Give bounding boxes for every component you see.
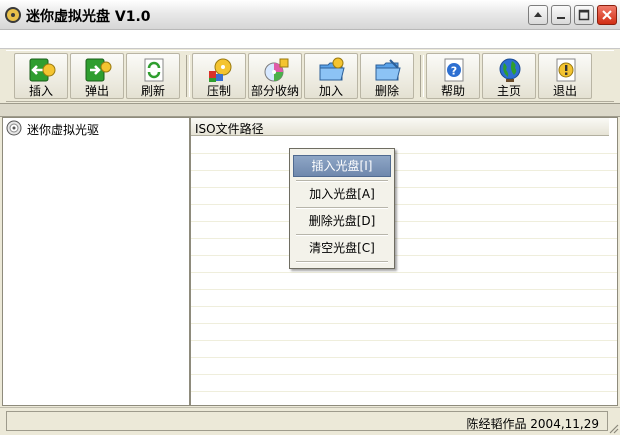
exit-icon: [556, 58, 576, 82]
exit-button[interactable]: 退出: [538, 53, 592, 99]
delete-label: 删除: [374, 84, 399, 98]
column-header-label: ISO文件路径: [195, 122, 264, 136]
disc-app-icon: [5, 7, 21, 23]
resize-grip-icon[interactable]: [607, 422, 619, 434]
add-folder-icon: [319, 57, 345, 81]
delete-icon: [375, 59, 401, 81]
menu-separator: [296, 180, 388, 182]
row-divider: [191, 374, 617, 375]
toolbar-separator: [420, 55, 424, 97]
eject-icon: [85, 58, 112, 82]
maximize-button[interactable]: [574, 5, 594, 25]
help-caption-button[interactable]: [528, 5, 548, 25]
refresh-button[interactable]: 刷新: [126, 53, 180, 99]
app-window: 迷你虚拟光盘 V1.0 插入 弹出 刷新 压制 部分收纳 加入 删除 ? 帮助 …: [0, 0, 620, 435]
refresh-icon: [144, 58, 164, 82]
exit-label: 退出: [552, 84, 577, 98]
help-button[interactable]: ? 帮助: [426, 53, 480, 99]
iso-list-panel[interactable]: ISO文件路径: [190, 117, 618, 406]
caret-up-icon: [534, 12, 542, 17]
minimize-icon: [557, 17, 565, 19]
delete-button[interactable]: 删除: [360, 53, 414, 99]
menu-item-clear-discs[interactable]: 清空光盘[C]: [293, 237, 391, 259]
add-button[interactable]: 加入: [304, 53, 358, 99]
row-divider: [191, 238, 617, 239]
cd-drive-icon: [6, 120, 22, 136]
row-divider: [191, 272, 617, 273]
help-icon: ?: [444, 58, 464, 82]
toolbar-bottom-strip: [0, 103, 620, 117]
close-icon: [602, 10, 612, 20]
column-header-iso-path[interactable]: ISO文件路径: [191, 118, 609, 136]
insert-icon: [29, 58, 56, 82]
menu-strip: [0, 30, 620, 49]
row-divider: [191, 340, 617, 341]
maximize-icon: [578, 9, 590, 21]
menu-item-add-disc[interactable]: 加入光盘[A]: [293, 183, 391, 205]
compress-label: 压制: [206, 84, 231, 98]
help-label: 帮助: [440, 84, 465, 98]
eject-button[interactable]: 弹出: [70, 53, 124, 99]
svg-text:?: ?: [451, 65, 457, 78]
row-divider: [191, 187, 617, 188]
home-label: 主页: [496, 84, 521, 98]
home-globe-icon: [499, 58, 521, 82]
toolbar: 插入 弹出 刷新 压制 部分收纳 加入 删除 ? 帮助 主页 退出: [6, 50, 614, 102]
partial-store-button[interactable]: 部分收纳: [248, 53, 302, 99]
status-text: 陈经韬作品 2004,11,29: [466, 417, 599, 431]
partial-store-icon: [264, 58, 289, 82]
tree-item-label: 迷你虚拟光驱: [27, 123, 100, 137]
menu-item-delete-disc[interactable]: 删除光盘[D]: [293, 210, 391, 232]
drive-tree-panel[interactable]: 迷你虚拟光驱: [2, 117, 190, 406]
insert-label: 插入: [28, 84, 53, 98]
menu-separator: [296, 234, 388, 236]
add-label: 加入: [318, 84, 343, 98]
row-divider: [191, 357, 617, 358]
row-divider: [191, 170, 617, 171]
home-button[interactable]: 主页: [482, 53, 536, 99]
window-title: 迷你虚拟光盘 V1.0: [26, 9, 151, 25]
partial-store-label: 部分收纳: [250, 84, 299, 98]
row-divider: [191, 391, 617, 392]
title-bar[interactable]: 迷你虚拟光盘 V1.0: [0, 0, 620, 30]
toolbar-separator: [186, 55, 190, 97]
compress-button[interactable]: 压制: [192, 53, 246, 99]
close-button[interactable]: [597, 5, 617, 25]
menu-separator: [296, 207, 388, 209]
row-divider: [191, 204, 617, 205]
row-divider: [191, 221, 617, 222]
status-bar: 陈经韬作品 2004,11,29: [0, 407, 620, 435]
minimize-button[interactable]: [551, 5, 571, 25]
row-divider: [191, 323, 617, 324]
eject-label: 弹出: [84, 84, 109, 98]
menu-item-insert-disc[interactable]: 插入光盘[I]: [293, 155, 391, 177]
row-divider: [191, 306, 617, 307]
compress-icon: [209, 58, 232, 82]
row-divider: [191, 289, 617, 290]
row-divider: [191, 153, 617, 154]
context-menu: 插入光盘[I] 加入光盘[A] 删除光盘[D] 清空光盘[C]: [289, 148, 395, 269]
status-cell: 陈经韬作品 2004,11,29: [6, 411, 608, 431]
insert-button[interactable]: 插入: [14, 53, 68, 99]
refresh-label: 刷新: [140, 84, 165, 98]
menu-separator: [296, 261, 388, 263]
row-divider: [191, 255, 617, 256]
